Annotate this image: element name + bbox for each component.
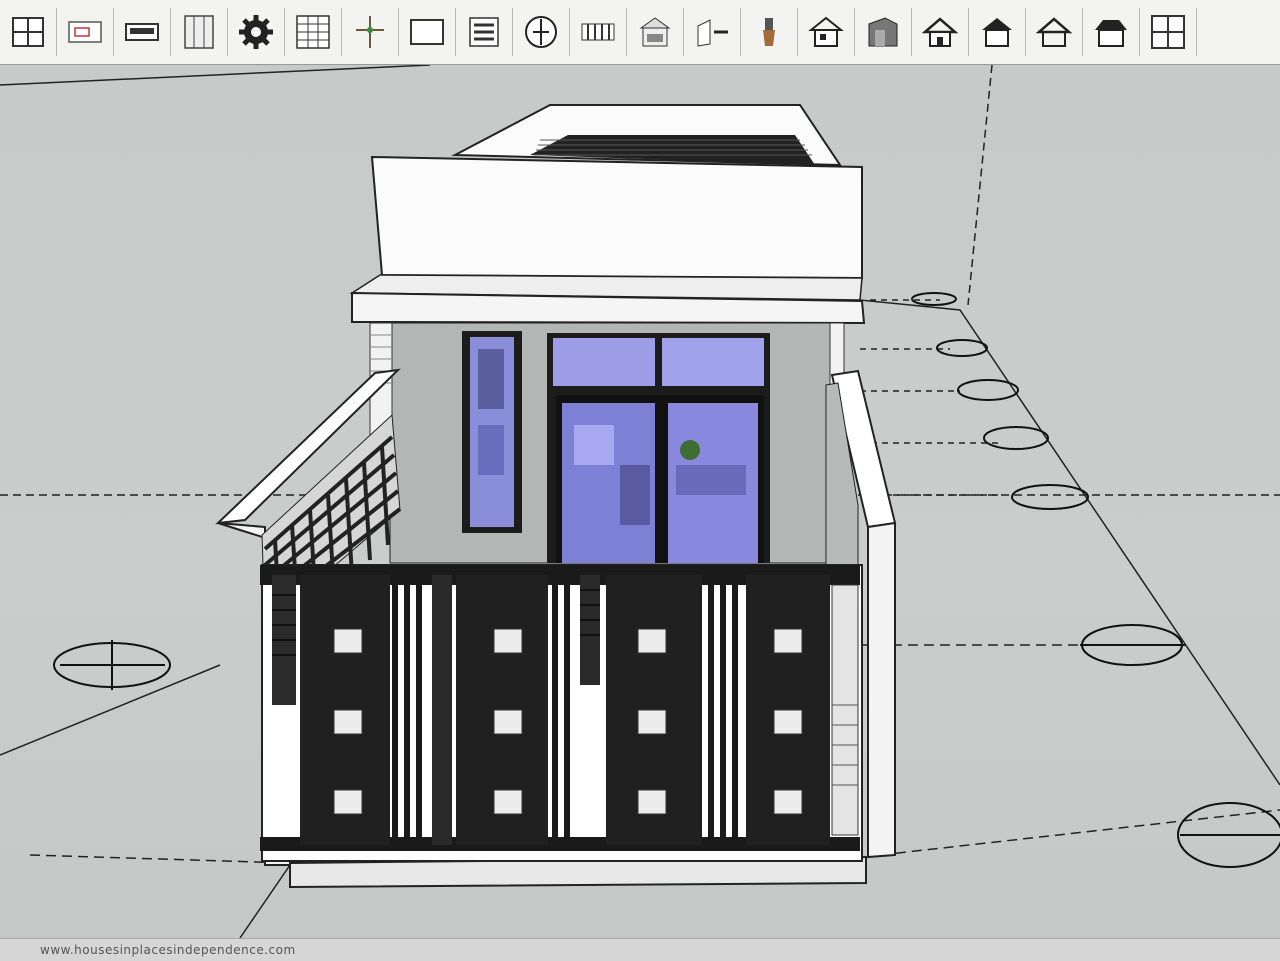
gate-divider (708, 575, 738, 845)
window-grid-icon[interactable] (0, 8, 57, 56)
toolbar (0, 0, 1280, 65)
gate-panel[interactable] (746, 575, 859, 845)
house-gable-icon[interactable] (912, 8, 969, 56)
gear-icon[interactable] (228, 8, 285, 56)
roof-panel-icon[interactable] (627, 8, 684, 56)
status-text: www.housesinplacesindependence.com (40, 943, 296, 957)
house-outline-icon[interactable] (1026, 8, 1083, 56)
brush-icon[interactable] (741, 8, 798, 56)
axis-crosshair-icon[interactable] (513, 8, 570, 56)
gate-divider (392, 575, 422, 845)
model-scene[interactable] (0, 65, 1280, 938)
model-viewport[interactable] (0, 65, 1280, 938)
door-panel-icon[interactable] (171, 8, 228, 56)
roof[interactable] (349, 104, 866, 325)
fence-icon[interactable] (570, 8, 627, 56)
window-sash-icon[interactable] (57, 8, 114, 56)
house-dark-roof-icon[interactable] (969, 8, 1026, 56)
wall-extrude-icon[interactable] (684, 8, 741, 56)
window-slider-icon[interactable] (114, 8, 171, 56)
grid-2x2-icon[interactable] (1140, 8, 1197, 56)
house-hip-roof-icon[interactable] (1083, 8, 1140, 56)
main-door[interactable] (547, 333, 770, 563)
status-bar: www.housesinplacesindependence.com (0, 938, 1280, 961)
gate-panel[interactable] (432, 575, 548, 845)
house-window-icon[interactable] (798, 8, 855, 56)
house-shed-icon[interactable] (855, 8, 912, 56)
grid-panel-icon[interactable] (285, 8, 342, 56)
stacked-lines-icon[interactable] (456, 8, 513, 56)
side-window[interactable] (462, 331, 522, 533)
rectangle-icon[interactable] (399, 8, 456, 56)
figure-icon[interactable] (342, 8, 399, 56)
